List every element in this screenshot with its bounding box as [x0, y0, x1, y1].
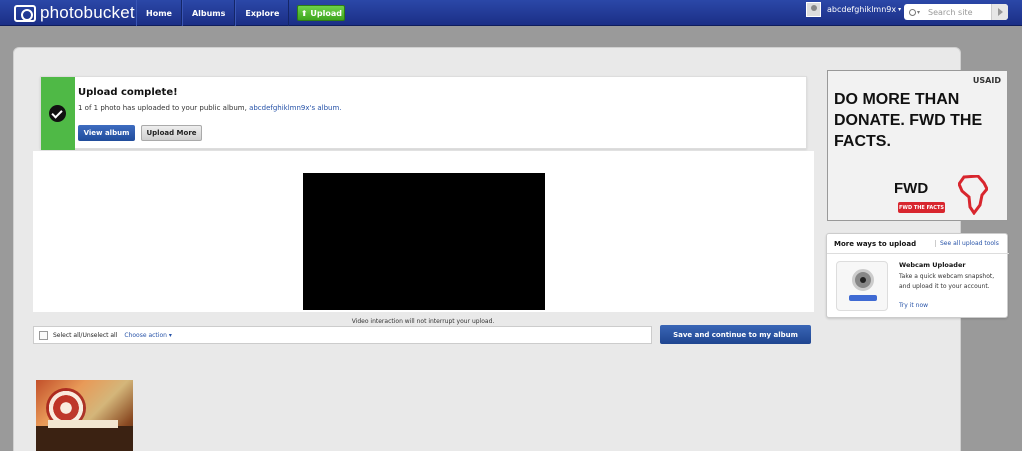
video-player[interactable]	[303, 173, 545, 310]
select-all-label[interactable]: Select all/Unselect all	[53, 332, 117, 339]
success-sidebar	[41, 77, 75, 150]
advertisement[interactable]: USAID DO MORE THAN DONATE. FWD THE FACTS…	[827, 70, 1008, 221]
uploaded-photo-thumbnail[interactable]	[36, 380, 133, 451]
try-it-now-link[interactable]: Try it now	[899, 302, 928, 309]
camera-icon	[14, 4, 36, 22]
view-album-button[interactable]: View album	[78, 125, 135, 141]
save-continue-button[interactable]: Save and continue to my album	[660, 325, 811, 344]
user-menu[interactable]: abcdefghiklmn9x ▾	[806, 2, 901, 17]
webcam-icon-box[interactable]	[836, 261, 888, 311]
choose-action-dropdown[interactable]: Choose action ▾	[124, 332, 171, 339]
webcam-uploader-title: Webcam Uploader	[899, 261, 966, 269]
upload-more-button[interactable]: Upload More	[141, 125, 202, 141]
main-nav: Home Albums Explore ⬆ Upload	[136, 0, 346, 26]
photobucket-logo[interactable]: photobucket	[14, 3, 135, 23]
nav-albums[interactable]: Albums	[181, 0, 236, 26]
webcam-icon	[852, 269, 874, 291]
tools-title: More ways to upload	[834, 240, 917, 248]
ad-badge: FWD THE FACTS	[898, 202, 945, 213]
top-navigation-bar: photobucket Home Albums Explore ⬆ Upload…	[0, 0, 1022, 26]
webcam-base-icon	[849, 295, 877, 301]
webcam-uploader-description: Take a quick webcam snapshot, and upload…	[899, 273, 995, 290]
upload-button[interactable]: ⬆ Upload	[297, 5, 346, 21]
video-note: Video interaction will not interrupt you…	[351, 318, 495, 325]
thumbnail-detail	[36, 426, 133, 451]
thumbnail-detail	[48, 420, 118, 428]
search-submit-button[interactable]	[991, 4, 1008, 20]
search-icon	[909, 8, 916, 16]
upload-complete-notice: Upload complete! 1 of 1 photo has upload…	[40, 76, 807, 150]
see-all-upload-tools-link[interactable]: See all upload tools	[935, 240, 999, 247]
divider	[827, 253, 1009, 254]
checkmark-icon	[49, 105, 66, 122]
usaid-logo: USAID	[972, 76, 1001, 85]
upload-arrow-icon: ⬆	[300, 8, 308, 18]
avatar	[806, 2, 821, 17]
search-box[interactable]: ▾ Search site	[904, 4, 1008, 20]
notice-message: 1 of 1 photo has uploaded to your public…	[78, 104, 342, 112]
ad-headline: DO MORE THAN DONATE. FWD THE FACTS.	[834, 91, 983, 150]
logo-text: photobucket	[40, 3, 135, 22]
ad-fwd-text: FWD	[894, 180, 929, 197]
chevron-down-icon: ▾	[898, 6, 902, 13]
upload-label: Upload	[310, 8, 343, 18]
search-dropdown-icon[interactable]: ▾	[917, 9, 920, 16]
selection-bar: Select all/Unselect all Choose action ▾	[33, 326, 652, 344]
africa-map-icon	[958, 175, 988, 215]
search-input[interactable]: Search site	[928, 8, 972, 17]
nav-home[interactable]: Home	[136, 0, 182, 26]
more-upload-tools-panel: More ways to upload See all upload tools…	[826, 233, 1009, 318]
notice-title: Upload complete!	[78, 87, 178, 98]
username: abcdefghiklmn9x	[827, 5, 897, 14]
album-link[interactable]: abcdefghiklmn9x's album.	[249, 104, 341, 112]
nav-explore[interactable]: Explore	[235, 0, 290, 26]
select-all-checkbox[interactable]	[39, 330, 48, 340]
notice-message-text: 1 of 1 photo has uploaded to your public…	[78, 104, 247, 112]
